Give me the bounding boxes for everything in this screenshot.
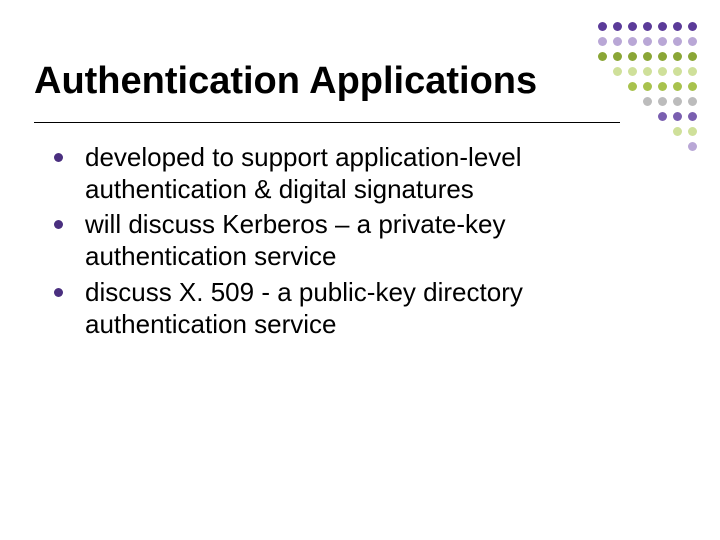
- decor-dot: [613, 52, 622, 61]
- decor-dot: [598, 67, 607, 76]
- decor-dot: [598, 97, 607, 106]
- decor-dot: [628, 22, 637, 31]
- decor-dot: [688, 82, 697, 91]
- bullet-text: developed to support application-level a…: [85, 142, 560, 205]
- decor-dot: [613, 127, 622, 136]
- decor-dot: [598, 82, 607, 91]
- decor-dot: [613, 112, 622, 121]
- list-item: discuss X. 509 - a public-key directory …: [54, 277, 560, 340]
- decor-dot: [688, 127, 697, 136]
- decor-dot: [658, 52, 667, 61]
- decor-dot: [658, 67, 667, 76]
- decor-dot: [643, 52, 652, 61]
- decor-dot: [673, 67, 682, 76]
- decor-dot: [598, 37, 607, 46]
- list-item: will discuss Kerberos – a private-key au…: [54, 209, 560, 272]
- decor-dot: [643, 112, 652, 121]
- decor-dot: [658, 37, 667, 46]
- decor-dot: [658, 127, 667, 136]
- decor-dot: [673, 127, 682, 136]
- bullet-icon: [54, 288, 63, 297]
- decor-dot: [628, 112, 637, 121]
- slide: Authentication Applications developed to…: [0, 0, 720, 540]
- decor-dot: [628, 97, 637, 106]
- decor-dot: [688, 52, 697, 61]
- decor-dot: [628, 52, 637, 61]
- decorative-dot-grid: [598, 22, 700, 154]
- decor-dot: [598, 112, 607, 121]
- decor-dot: [628, 82, 637, 91]
- decor-dot: [613, 22, 622, 31]
- decor-dot: [673, 37, 682, 46]
- decor-dot: [598, 22, 607, 31]
- decor-dot: [643, 142, 652, 151]
- decor-dot: [688, 142, 697, 151]
- title-underline: [34, 122, 620, 123]
- decor-dot: [613, 97, 622, 106]
- title-area: Authentication Applications: [34, 62, 570, 102]
- decor-dot: [598, 127, 607, 136]
- decor-dot: [613, 142, 622, 151]
- decor-dot: [673, 82, 682, 91]
- decor-dot: [688, 22, 697, 31]
- decor-dot: [643, 82, 652, 91]
- decor-dot: [673, 52, 682, 61]
- decor-dot: [643, 67, 652, 76]
- decor-dot: [643, 22, 652, 31]
- decor-dot: [658, 22, 667, 31]
- decor-dot: [643, 127, 652, 136]
- decor-dot: [673, 112, 682, 121]
- decor-dot: [598, 52, 607, 61]
- bullet-icon: [54, 220, 63, 229]
- decor-dot: [688, 97, 697, 106]
- decor-dot: [688, 67, 697, 76]
- decor-dot: [658, 82, 667, 91]
- bullet-text: will discuss Kerberos – a private-key au…: [85, 209, 560, 272]
- slide-title: Authentication Applications: [34, 62, 570, 102]
- list-item: developed to support application-level a…: [54, 142, 560, 205]
- decor-dot: [628, 37, 637, 46]
- decor-dot: [613, 82, 622, 91]
- bullet-icon: [54, 153, 63, 162]
- decor-dot: [628, 142, 637, 151]
- decor-dot: [628, 67, 637, 76]
- decor-dot: [613, 37, 622, 46]
- decor-dot: [658, 112, 667, 121]
- decor-dot: [643, 97, 652, 106]
- decor-dot: [673, 142, 682, 151]
- bullet-text: discuss X. 509 - a public-key directory …: [85, 277, 560, 340]
- decor-dot: [658, 97, 667, 106]
- decor-dot: [598, 142, 607, 151]
- decor-dot: [688, 112, 697, 121]
- decor-dot: [628, 127, 637, 136]
- decor-dot: [658, 142, 667, 151]
- slide-body: developed to support application-level a…: [54, 142, 560, 344]
- decor-dot: [688, 37, 697, 46]
- decor-dot: [613, 67, 622, 76]
- decor-dot: [673, 22, 682, 31]
- decor-dot: [673, 97, 682, 106]
- decor-dot: [643, 37, 652, 46]
